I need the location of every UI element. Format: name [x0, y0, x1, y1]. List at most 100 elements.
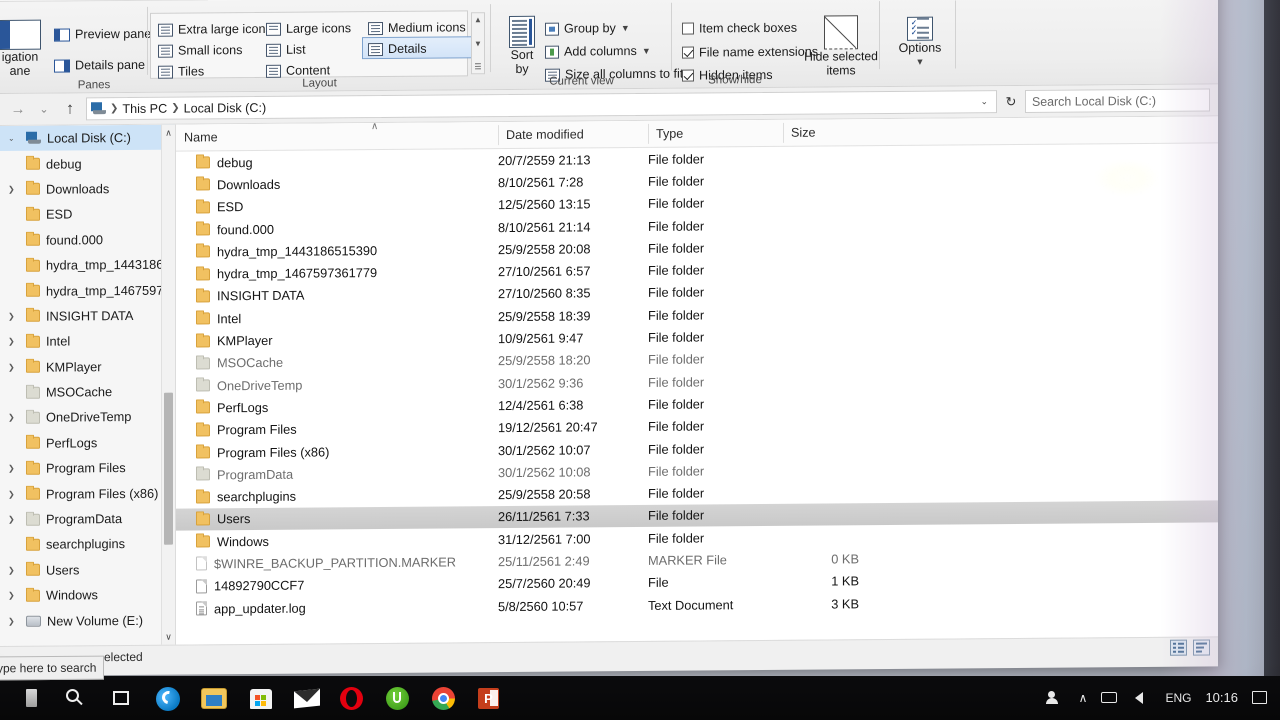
sidebar-item-found-000[interactable]: found.000	[0, 226, 175, 253]
cell-date-modified: 26/11/2561 7:33	[498, 508, 590, 525]
language-indicator[interactable]: ENG	[1165, 691, 1191, 705]
breadcrumb-dropdown-icon[interactable]: ⌄	[980, 96, 992, 107]
chevron-right-icon[interactable]: ❯	[8, 185, 17, 194]
column-header-name[interactable]: Name ∧	[176, 121, 498, 151]
preview-pane-button[interactable]: Preview pane	[54, 27, 151, 42]
details-pane-button[interactable]: Details pane	[54, 58, 145, 73]
gallery-scroll-down-icon[interactable]: ▼	[474, 39, 482, 48]
file-name-extensions-toggle[interactable]: File name extensions	[682, 45, 818, 60]
chevron-right-icon[interactable]: ❯	[8, 566, 17, 575]
column-header-size[interactable]: Size	[783, 119, 883, 146]
chevron-right-icon[interactable]: ❯	[8, 413, 17, 422]
add-columns-button[interactable]: Add columns ▼	[545, 44, 651, 59]
network-icon[interactable]	[1101, 689, 1119, 707]
clock[interactable]: 10:16	[1205, 691, 1238, 705]
navigation-pane-button[interactable]: igation ane	[0, 19, 58, 77]
group-by-button[interactable]: Group by ▼	[545, 21, 630, 36]
action-center-icon[interactable]	[1252, 689, 1270, 707]
search-icon[interactable]	[64, 685, 90, 711]
powerpoint-icon[interactable]: P	[478, 685, 504, 711]
layout-small-icons[interactable]: Small icons	[158, 43, 242, 58]
options-button[interactable]: ✓ ✓ ✓ Options ▼	[892, 16, 948, 68]
file-name-extensions-checkbox[interactable]	[682, 46, 694, 59]
refresh-button[interactable]: ↻	[1003, 93, 1019, 109]
breadcrumb-separator-0[interactable]: ❯	[109, 103, 119, 114]
layout-medium-icons[interactable]: Medium icons	[368, 20, 466, 35]
sidebar-item-kmplayer[interactable]: ❯ KMPlayer	[0, 353, 175, 380]
chevron-right-icon[interactable]: ❯	[8, 616, 17, 625]
microsoft-store-icon[interactable]	[248, 685, 274, 711]
volume-icon[interactable]	[1133, 689, 1151, 707]
layout-details[interactable]: Details	[368, 42, 427, 56]
edge-icon[interactable]	[156, 685, 182, 711]
sidebar-item-esd[interactable]: ESD	[0, 201, 175, 228]
hide-selected-items-button[interactable]: Hide selected items	[802, 15, 880, 77]
navigation-pane-scrollbar[interactable]: ∧ ∨	[161, 124, 175, 645]
file-explorer-icon[interactable]	[202, 685, 228, 711]
layout-list[interactable]: List	[266, 43, 306, 57]
layout-large-icons[interactable]: Large icons	[266, 21, 351, 36]
start-button[interactable]	[18, 685, 44, 711]
sidebar-item-intel[interactable]: ❯ Intel	[0, 328, 175, 355]
sidebar-item-debug[interactable]: debug	[0, 150, 175, 177]
details-view-button[interactable]	[1170, 639, 1187, 656]
sidebar-item-new-volume-e[interactable]: ❯ New Volume (E:)	[0, 607, 175, 634]
task-view-icon[interactable]	[110, 685, 136, 711]
sidebar-item-onedrivetemp[interactable]: ❯ OneDriveTemp	[0, 404, 175, 431]
breadcrumb-separator-1[interactable]: ❯	[170, 103, 180, 114]
show-hidden-icons-button[interactable]: ∧	[1079, 691, 1088, 705]
add-columns-caret-icon[interactable]: ▼	[642, 46, 651, 56]
chevron-right-icon[interactable]: ❯	[8, 490, 17, 499]
utorrent-icon[interactable]	[386, 685, 412, 711]
breadcrumb-item-this-pc[interactable]: This PC	[122, 101, 167, 115]
sidebar-item-windows[interactable]: ❯ Windows	[0, 582, 175, 609]
sidebar-item-downloads[interactable]: ❯ Downloads	[0, 175, 175, 202]
layout-tiles[interactable]: Tiles	[158, 64, 204, 79]
options-caret-icon[interactable]: ▼	[916, 55, 925, 68]
layout-extra-large-icons[interactable]: Extra large icons	[158, 22, 272, 37]
sidebar-item-insight-data[interactable]: ❯ INSIGHT DATA	[0, 302, 175, 329]
sidebar-item-perflogs[interactable]: PerfLogs	[0, 429, 175, 456]
sidebar-item-hydra-tmp-1443186[interactable]: hydra_tmp_1443186	[0, 252, 175, 279]
nav-scroll-down-icon[interactable]: ∨	[162, 629, 175, 645]
layout-gallery-scrollbar[interactable]: ▲ ▼ ☰	[471, 12, 485, 75]
chevron-right-icon[interactable]: ❯	[8, 515, 17, 524]
column-header-type[interactable]: Type	[648, 120, 783, 147]
group-by-caret-icon[interactable]: ▼	[621, 23, 630, 33]
chevron-right-icon[interactable]: ❯	[8, 464, 17, 473]
people-icon[interactable]	[1045, 689, 1065, 707]
opera-icon[interactable]	[340, 685, 366, 711]
nav-scrollbar-thumb[interactable]	[164, 392, 173, 545]
sidebar-item-msocache[interactable]: MSOCache	[0, 379, 175, 406]
large-icons-view-button[interactable]	[1193, 639, 1210, 656]
chevron-down-icon[interactable]: ⌄	[8, 134, 17, 143]
sidebar-item-searchplugins[interactable]: searchplugins	[0, 531, 175, 558]
item-check-boxes-toggle[interactable]: Item check boxes	[682, 21, 797, 36]
preview-pane-label: Preview pane	[75, 26, 152, 42]
column-header-date-modified[interactable]: Date modified	[498, 121, 648, 148]
chrome-icon[interactable]	[432, 685, 458, 711]
sidebar-item-program-files-x86[interactable]: ❯ Program Files (x86)	[0, 480, 175, 507]
recent-locations-button[interactable]: ⌄	[34, 103, 54, 116]
gallery-scroll-up-icon[interactable]: ▲	[474, 15, 482, 24]
chevron-right-icon[interactable]: ❯	[8, 591, 17, 600]
layout-content[interactable]: Content	[266, 63, 330, 78]
sidebar-item-program-files[interactable]: ❯ Program Files	[0, 455, 175, 482]
up-button[interactable]: ↑	[60, 100, 80, 118]
sidebar-item-hydra-tmp-1467597[interactable]: hydra_tmp_1467597	[0, 277, 175, 304]
breadcrumb-item-local-disk[interactable]: Local Disk (C:)	[184, 100, 267, 115]
forward-button[interactable]: →	[8, 101, 28, 118]
nav-scroll-up-icon[interactable]: ∧	[162, 125, 175, 141]
item-check-boxes-checkbox[interactable]	[682, 22, 694, 35]
search-input[interactable]: Search Local Disk (C:)	[1025, 88, 1210, 113]
sidebar-item-local-disk-c[interactable]: ⌄ Local Disk (C:)	[0, 124, 175, 152]
chevron-right-icon[interactable]: ❯	[8, 337, 17, 346]
chevron-right-icon[interactable]: ❯	[8, 363, 17, 372]
gallery-expand-icon[interactable]: ☰	[474, 62, 481, 71]
sort-by-button[interactable]: Sort by	[499, 15, 545, 75]
chevron-right-icon[interactable]: ❯	[8, 312, 17, 321]
breadcrumb[interactable]: ❯ This PC ❯ Local Disk (C:) ⌄	[86, 90, 997, 121]
sidebar-item-users[interactable]: ❯ Users	[0, 556, 175, 583]
sidebar-item-programdata[interactable]: ❯ ProgramData	[0, 505, 175, 532]
mail-icon[interactable]	[294, 685, 320, 711]
